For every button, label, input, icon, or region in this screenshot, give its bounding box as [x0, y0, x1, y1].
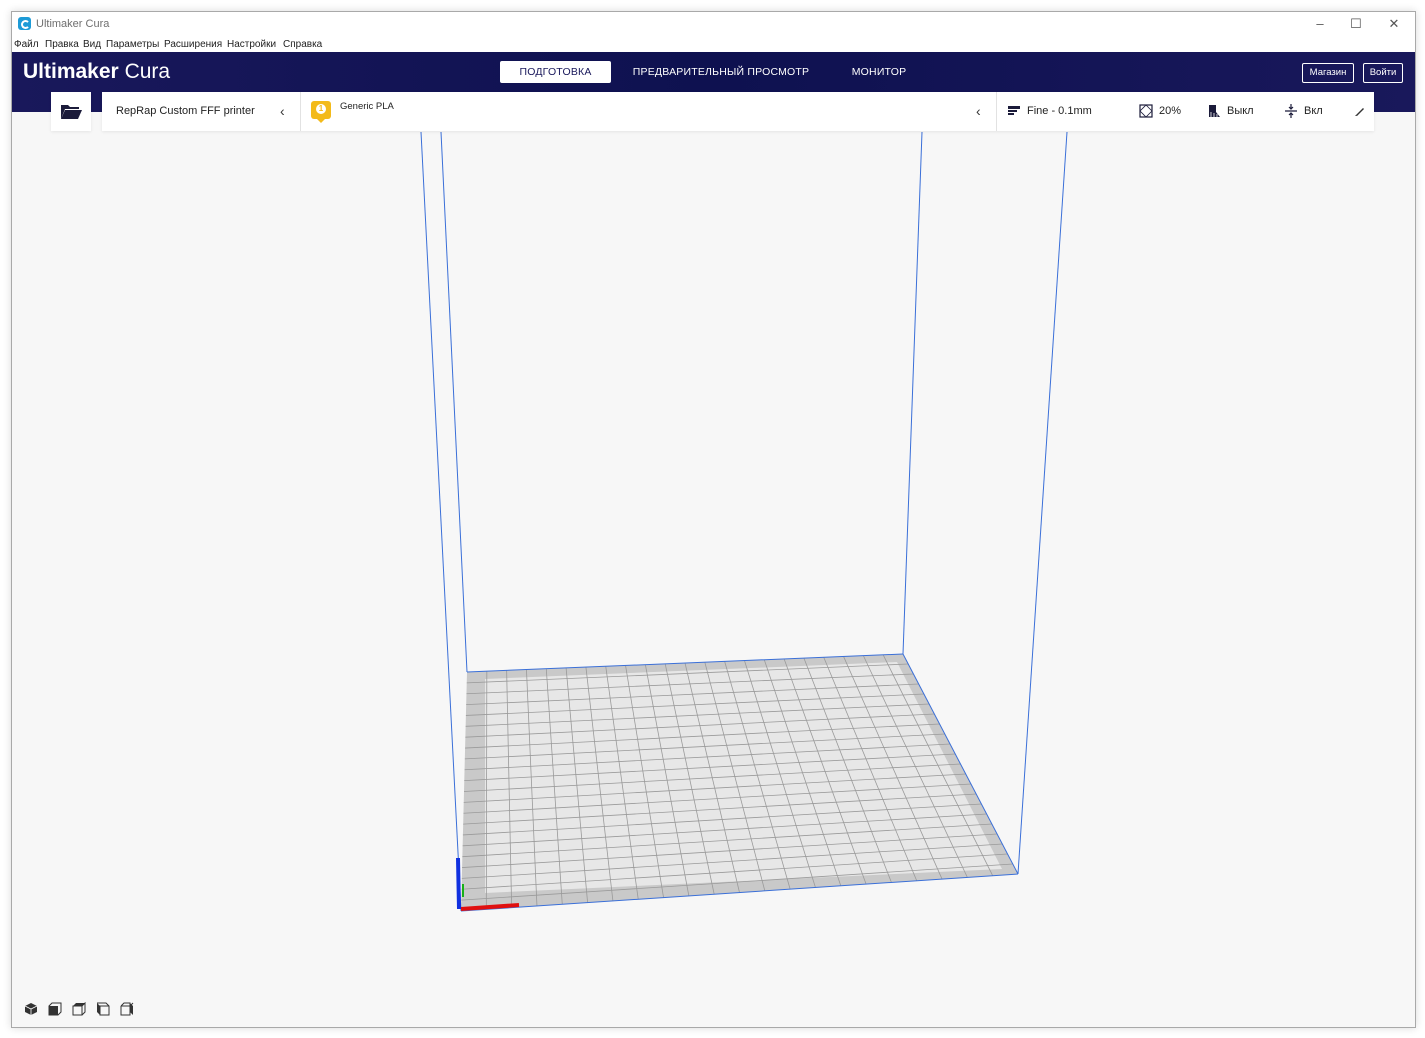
- print-setup-toolbar: RepRap Custom FFF printer ‹ 1 Generic PL…: [102, 92, 1374, 131]
- open-file-button[interactable]: [51, 92, 91, 131]
- extruder-badge-icon: 1: [311, 101, 331, 123]
- profile-selector[interactable]: Fine - 0.1mm: [1027, 105, 1092, 117]
- menu-help[interactable]: Справка: [283, 39, 322, 50]
- adhesion-icon: [1285, 104, 1297, 118]
- chevron-left-icon[interactable]: ‹: [280, 103, 285, 119]
- logo-bold: Ultimaker: [23, 60, 119, 83]
- toolbar-divider: [300, 92, 301, 131]
- support-icon: [1209, 105, 1220, 117]
- toolbar-divider: [996, 92, 997, 131]
- app-window: Ultimaker Cura – ☐ ✕ Файл Правка Вид Пар…: [11, 11, 1416, 1028]
- extruder-number: 1: [316, 104, 326, 114]
- app-logo: Ultimaker Cura: [23, 60, 170, 84]
- menu-view[interactable]: Вид: [83, 39, 101, 50]
- tab-preview[interactable]: ПРЕДВАРИТЕЛЬНЫЙ ПРОСМОТР: [628, 61, 814, 83]
- chevron-left-icon[interactable]: ‹: [976, 103, 981, 119]
- view-left-icon[interactable]: [96, 1002, 110, 1016]
- infill-icon: [1139, 104, 1153, 118]
- menu-file[interactable]: Файл: [14, 39, 39, 50]
- support-value[interactable]: Выкл: [1227, 105, 1254, 117]
- maximize-button[interactable]: ☐: [1338, 14, 1374, 34]
- layers-icon: [1008, 106, 1020, 115]
- material-selector[interactable]: Generic PLA: [340, 101, 394, 112]
- folder-open-icon: [61, 105, 82, 119]
- pencil-icon[interactable]: [1353, 104, 1367, 118]
- menu-edit[interactable]: Правка: [45, 39, 79, 50]
- tab-monitor[interactable]: МОНИТОР: [838, 61, 920, 83]
- logo-light: Cura: [124, 60, 171, 83]
- adhesion-value[interactable]: Вкл: [1304, 105, 1323, 117]
- menu-bar: Файл Правка Вид Параметры Расширения Нас…: [12, 36, 1415, 52]
- view-right-icon[interactable]: [120, 1002, 134, 1016]
- z-axis-indicator: [456, 857, 461, 910]
- view-3d-icon[interactable]: [24, 1002, 38, 1016]
- menu-extensions[interactable]: Расширения: [164, 39, 222, 50]
- menu-preferences[interactable]: Настройки: [227, 39, 276, 50]
- printer-selector[interactable]: RepRap Custom FFF printer: [116, 105, 255, 117]
- marketplace-button[interactable]: Магазин: [1302, 63, 1354, 83]
- view-top-icon[interactable]: [72, 1002, 86, 1016]
- tab-prepare[interactable]: ПОДГОТОВКА: [500, 61, 611, 83]
- infill-value[interactable]: 20%: [1159, 105, 1181, 117]
- close-button[interactable]: ✕: [1376, 14, 1412, 34]
- build-volume-viewport[interactable]: [12, 112, 1415, 1027]
- minimize-button[interactable]: –: [1302, 14, 1338, 34]
- window-title: Ultimaker Cura: [36, 18, 110, 30]
- cura-app-icon: [18, 17, 31, 30]
- menu-settings[interactable]: Параметры: [106, 39, 159, 50]
- signin-button[interactable]: Войти: [1363, 63, 1403, 83]
- title-bar: Ultimaker Cura – ☐ ✕: [12, 12, 1415, 36]
- view-front-icon[interactable]: [48, 1002, 62, 1016]
